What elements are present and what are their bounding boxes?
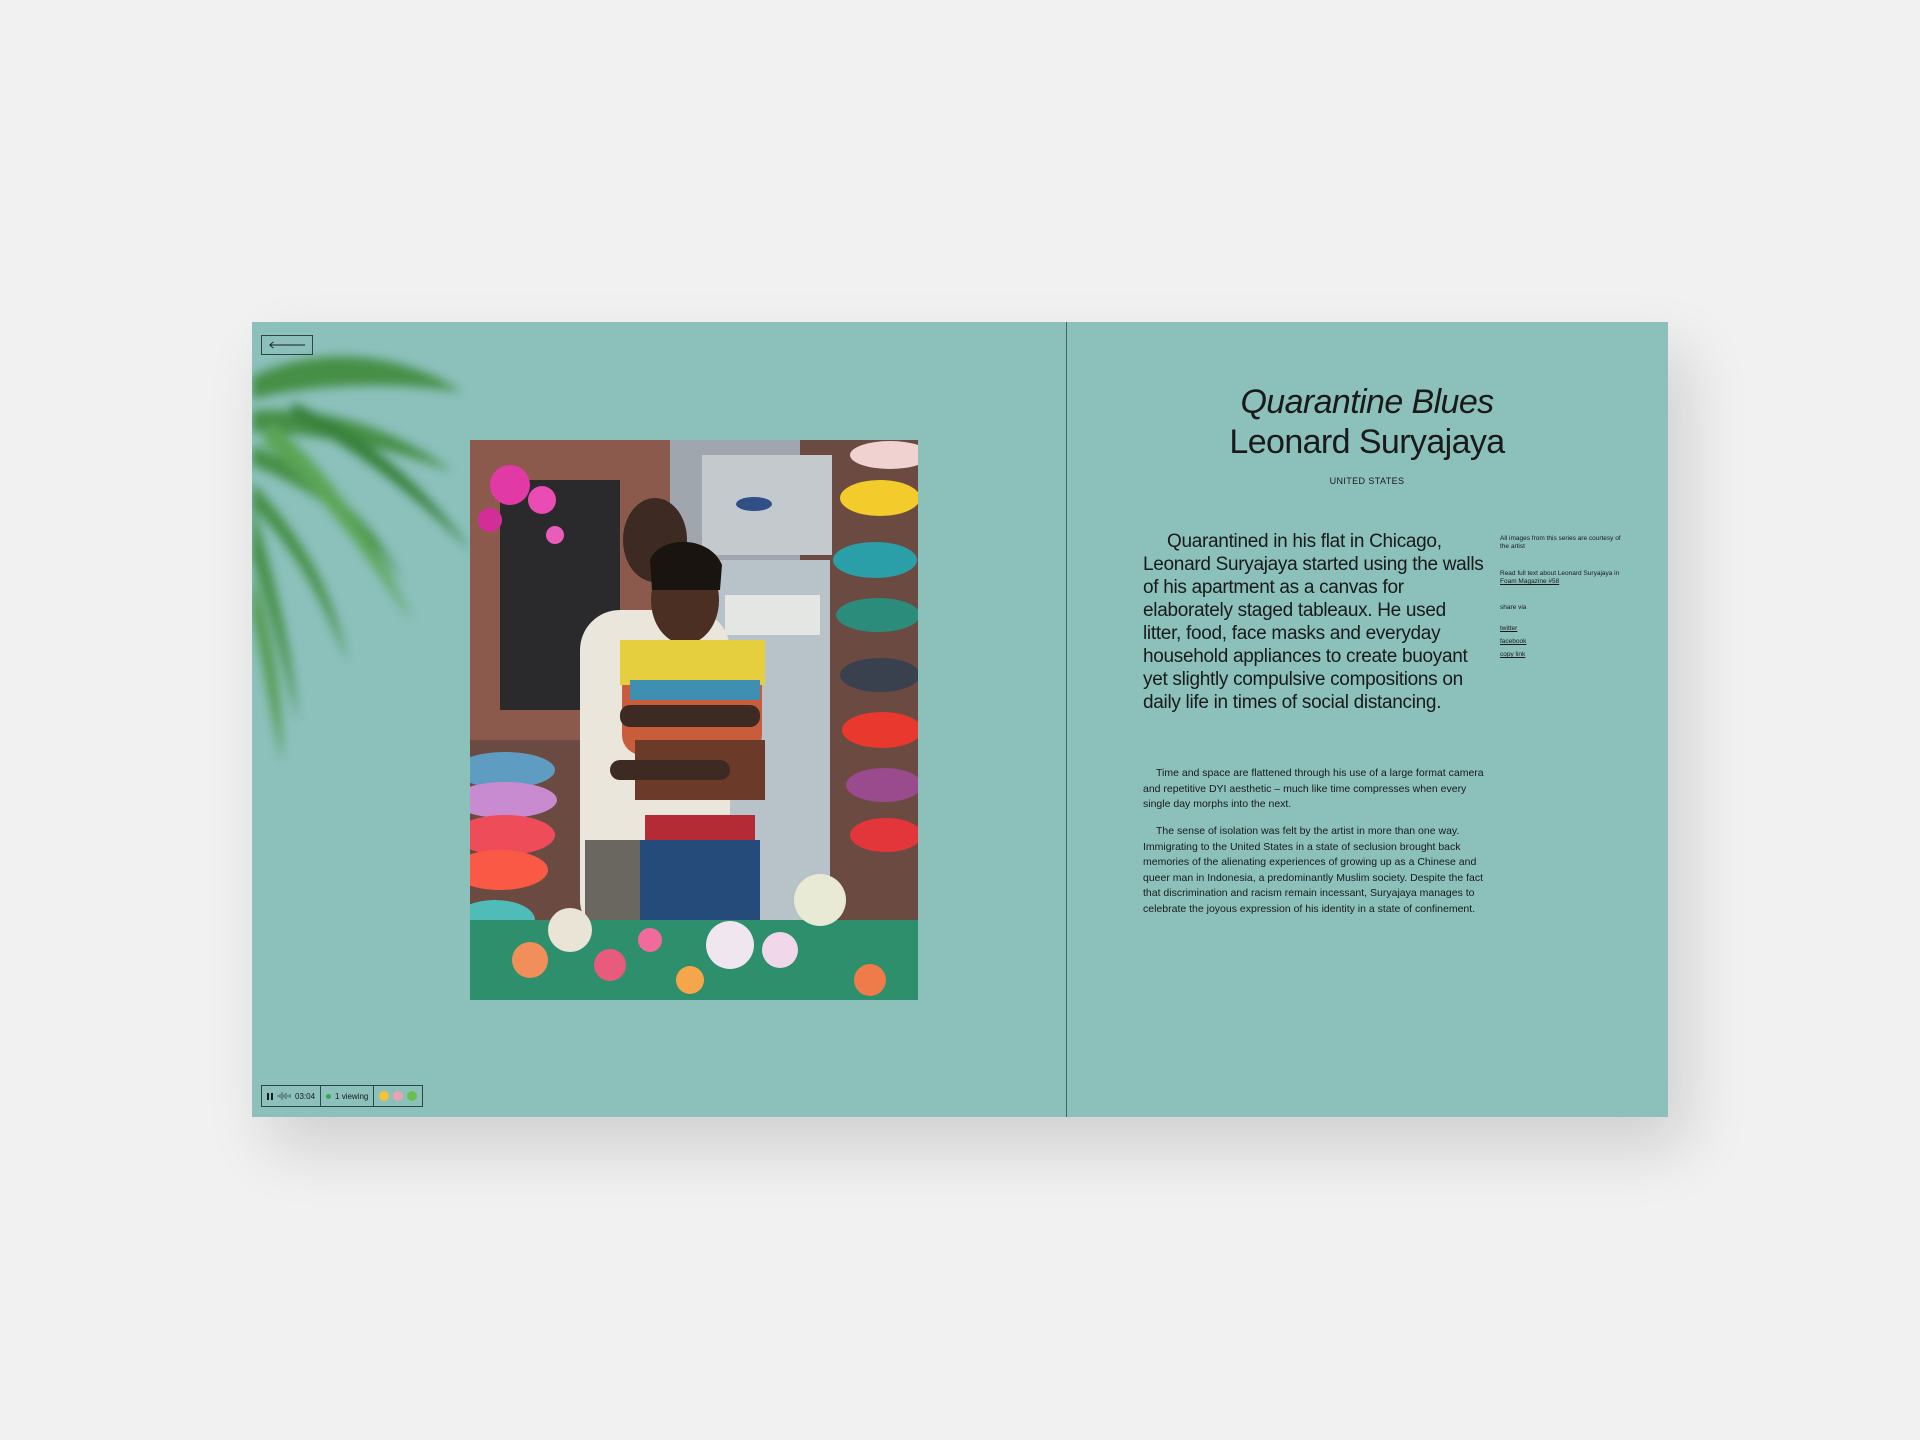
reaction-buttons bbox=[374, 1086, 422, 1106]
listening-status-bar: 03:04 1 viewing bbox=[261, 1085, 424, 1107]
house-emoji-icon[interactable] bbox=[393, 1091, 404, 1101]
audio-time: 03:04 bbox=[295, 1091, 316, 1101]
artist-country: UNITED STATES bbox=[1329, 476, 1405, 486]
viewers-count: 1 viewing bbox=[321, 1086, 375, 1106]
audio-controls[interactable]: 03:04 bbox=[262, 1086, 322, 1106]
arrow-left-icon bbox=[269, 341, 306, 349]
body-paragraph: The sense of isolation was felt by the a… bbox=[1143, 825, 1484, 915]
back-button[interactable] bbox=[261, 335, 313, 355]
artist-name: Leonard Suryajaya bbox=[1229, 423, 1505, 461]
courtesy-note: All images from this series are courtesy… bbox=[1500, 535, 1621, 550]
copy-link-button[interactable]: copy link bbox=[1500, 648, 1624, 661]
share-facebook-link[interactable]: facebook bbox=[1500, 635, 1624, 648]
leaf-emoji-icon[interactable] bbox=[407, 1091, 418, 1101]
smiley-emoji-icon[interactable] bbox=[379, 1091, 390, 1101]
pause-icon[interactable] bbox=[267, 1092, 273, 1100]
magazine-link[interactable]: Foam Magazine #58 bbox=[1500, 578, 1624, 586]
share-twitter-link[interactable]: twitter bbox=[1500, 622, 1624, 635]
article-header: Quarantine Blues Leonard Suryajaya UNITE… bbox=[1067, 382, 1667, 486]
viewing-label: 1 viewing bbox=[335, 1091, 369, 1101]
read-more-note: Read full text about Leonard Suryajaya i… bbox=[1500, 570, 1624, 586]
series-title: Quarantine Blues bbox=[1240, 383, 1494, 421]
magazine-spread: 03:04 1 viewing Quarantine Blues Leonard… bbox=[252, 322, 1668, 1117]
read-more-text: Read full text about Leonard Suryajaya i… bbox=[1500, 570, 1620, 577]
body-paragraph: Time and space are flattened through his… bbox=[1143, 767, 1484, 810]
share-label: share via bbox=[1500, 604, 1527, 611]
online-dot-icon bbox=[326, 1093, 332, 1099]
lead-paragraph: Quarantined in his flat in Chicago, Leon… bbox=[1143, 531, 1484, 713]
sound-wave-icon bbox=[277, 1092, 291, 1100]
artwork-photograph bbox=[470, 440, 918, 1000]
share-links: twitter facebook copy link bbox=[1500, 622, 1624, 661]
